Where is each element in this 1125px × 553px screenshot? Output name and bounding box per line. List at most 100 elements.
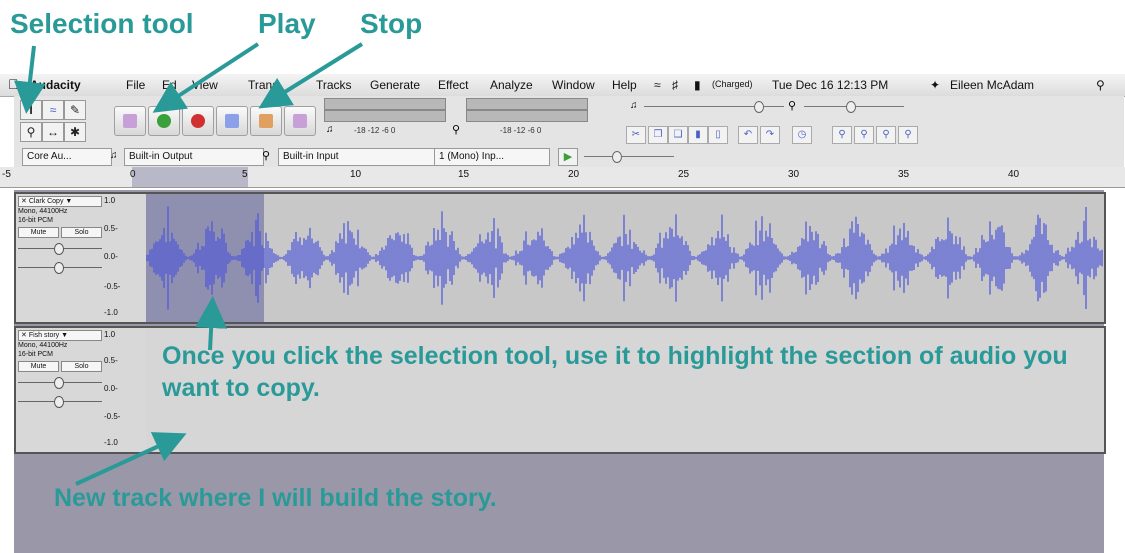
input-volume-handle[interactable] — [846, 101, 856, 113]
selection-tool-icon[interactable]: I — [20, 100, 42, 120]
timeline-ruler[interactable]: -5 0 5 10 15 20 25 30 35 40 — [0, 167, 1125, 188]
stop-callout: Stop — [360, 8, 423, 39]
silence-button[interactable]: ▯ — [708, 126, 728, 144]
paste-button[interactable]: ❑ — [668, 126, 688, 144]
menu-help[interactable]: Help — [612, 78, 637, 92]
pan-slider-handle[interactable] — [54, 262, 64, 274]
menu-tracks[interactable]: Tracks — [316, 78, 352, 92]
pause-button[interactable] — [216, 106, 248, 136]
menu-view[interactable]: View — [192, 78, 218, 92]
track-name-menu[interactable]: ✕ Fish story ▼ — [18, 330, 102, 341]
menu-generate[interactable]: Generate — [370, 78, 420, 92]
record-meter-left — [466, 98, 588, 110]
clock[interactable]: Tue Dec 16 12:13 PM — [772, 78, 888, 92]
battery-status: (Charged) — [712, 79, 753, 89]
menu-app-name[interactable]: Audacity — [30, 78, 81, 92]
ruler-tick: 20 — [568, 169, 580, 180]
input-device-mic-icon: ⚲ — [262, 150, 271, 162]
envelope-tool-icon[interactable]: ≈ — [42, 100, 64, 120]
menu-window[interactable]: Window — [552, 78, 595, 92]
output-device-select[interactable]: Built-in Output — [124, 148, 264, 166]
menu-bar:  Audacity File Ed View Trans Tracks Gen… — [0, 74, 1125, 97]
redo-button[interactable]: ↷ — [760, 126, 780, 144]
selection-tool-callout: Selection tool — [10, 8, 194, 39]
fit-selection-button[interactable]: ⚲ — [876, 126, 896, 144]
draw-tool-icon[interactable]: ✎ — [64, 100, 86, 120]
wifi-icon[interactable]: ≈ — [654, 78, 661, 92]
ruler-tick: 40 — [1008, 169, 1020, 180]
time-shift-tool-icon[interactable]: ↔ — [42, 122, 64, 142]
mute-button[interactable]: Mute — [18, 227, 59, 238]
multi-tool-icon[interactable]: ✱ — [64, 122, 86, 142]
ruler-tick: 35 — [898, 169, 910, 180]
gain-slider-handle[interactable] — [54, 377, 64, 389]
ruler-tick: 10 — [350, 169, 362, 180]
record-icon — [191, 114, 205, 128]
menu-analyze[interactable]: Analyze — [490, 78, 533, 92]
zoom-out-button[interactable]: ⚲ — [854, 126, 874, 144]
solo-button[interactable]: Solo — [61, 227, 102, 238]
fit-project-button[interactable]: ⚲ — [898, 126, 918, 144]
skip-to-end-button[interactable] — [284, 106, 316, 136]
meter-speaker-icon[interactable]: ♫ — [326, 124, 334, 135]
input-device-select[interactable]: Built-in Input — [278, 148, 438, 166]
play-button[interactable] — [148, 106, 180, 136]
menu-transport[interactable]: Trans — [248, 78, 278, 92]
track-control-panel: ✕ Fish story ▼ Mono, 44100Hz 16-bit PCM … — [18, 330, 102, 408]
trim-button[interactable]: ▮ — [688, 126, 708, 144]
menu-file[interactable]: File — [126, 78, 145, 92]
ruler-tick: 5 — [242, 169, 248, 180]
volume-icon[interactable]: ♯ — [672, 78, 678, 92]
user-name[interactable]: Eileen McAdam — [950, 78, 1034, 92]
playback-meter-scale: -18 -12 -6 0 — [354, 126, 396, 135]
ruler-tick: 25 — [678, 169, 690, 180]
sync-lock-button[interactable]: ◷ — [792, 126, 812, 144]
zoom-tool-icon[interactable]: ⚲ — [20, 122, 42, 142]
zoom-in-button[interactable]: ⚲ — [832, 126, 852, 144]
gain-slider[interactable] — [18, 243, 102, 255]
menu-edit[interactable]: Ed — [162, 78, 177, 92]
scale-label: -0.5- — [104, 282, 121, 291]
audio-track[interactable]: ✕ Clark Copy ▼ Mono, 44100Hz 16-bit PCM … — [14, 192, 1106, 324]
pan-slider[interactable] — [18, 396, 102, 408]
apple-icon[interactable]:  — [8, 76, 19, 92]
instruction-callout: Once you click the selection tool, use i… — [162, 342, 1068, 402]
scale-label: 0.0- — [104, 252, 118, 261]
record-button[interactable] — [182, 106, 214, 136]
playback-speed-slider[interactable] — [584, 156, 674, 157]
scale-label: 0.5- — [104, 224, 118, 233]
close-icon[interactable]: ✕ — [21, 332, 27, 339]
stop-button[interactable] — [250, 106, 282, 136]
output-volume-handle[interactable] — [754, 101, 764, 113]
track-format: Mono, 44100Hz — [18, 208, 68, 215]
pan-slider[interactable] — [18, 262, 102, 274]
playback-speed-handle[interactable] — [612, 151, 622, 163]
track-name: Clark Copy — [28, 198, 64, 205]
input-channels-select[interactable]: 1 (Mono) Inp... — [434, 148, 550, 166]
bluetooth-icon[interactable]: ✦ — [930, 78, 940, 92]
menu-effect[interactable]: Effect — [438, 78, 468, 92]
cut-button[interactable]: ✂ — [626, 126, 646, 144]
track-format: Mono, 44100Hz — [18, 342, 68, 349]
input-volume-icon: ⚲ — [788, 100, 797, 112]
close-icon[interactable]: ✕ — [21, 198, 27, 205]
ruler-tick: 15 — [458, 169, 470, 180]
copy-button[interactable]: ❐ — [648, 126, 668, 144]
battery-icon[interactable]: ▮ — [694, 78, 701, 92]
track-name-menu[interactable]: ✕ Clark Copy ▼ — [18, 196, 102, 207]
audio-host-select[interactable]: Core Au... — [22, 148, 112, 166]
scale-label: 1.0 — [104, 330, 116, 339]
spotlight-search-icon[interactable]: ⚲ — [1096, 78, 1105, 92]
play-at-speed-button[interactable]: ▶ — [558, 148, 578, 166]
gain-slider[interactable] — [18, 377, 102, 389]
mute-button[interactable]: Mute — [18, 361, 59, 372]
ruler-tick: 0 — [130, 169, 136, 180]
undo-button[interactable]: ↶ — [738, 126, 758, 144]
solo-button[interactable]: Solo — [61, 361, 102, 372]
waveform-display[interactable] — [146, 194, 1104, 322]
gain-slider-handle[interactable] — [54, 243, 64, 255]
meter-mic-icon[interactable]: ⚲ — [452, 123, 460, 136]
skip-end-icon — [293, 114, 307, 128]
skip-to-start-button[interactable] — [114, 106, 146, 136]
pan-slider-handle[interactable] — [54, 396, 64, 408]
